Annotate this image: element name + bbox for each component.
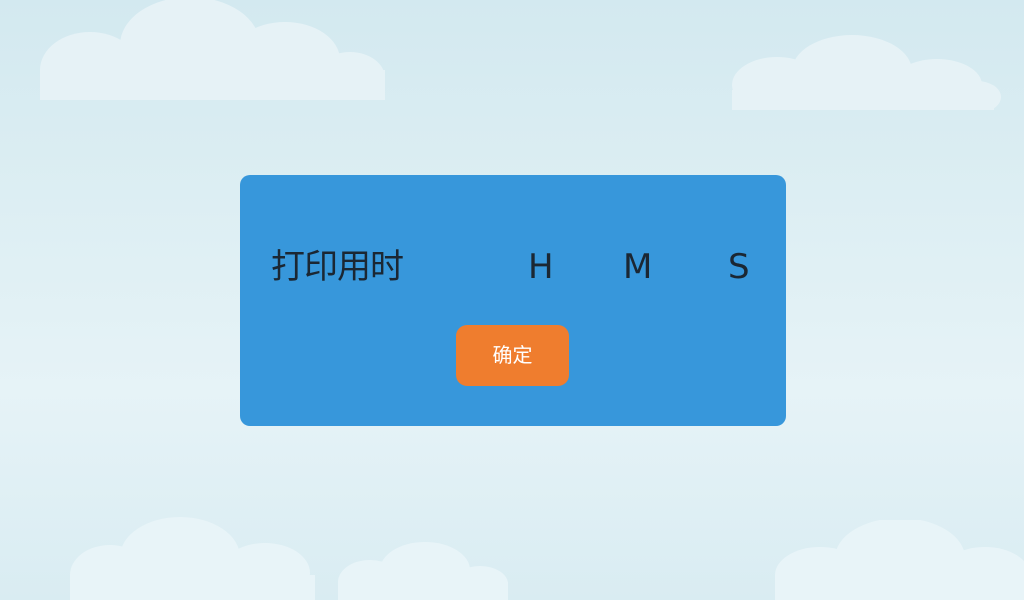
cloud-top-left-decoration	[40, 0, 385, 100]
minutes-unit-label: M	[623, 247, 653, 287]
cloud-bottom-right-decoration	[775, 520, 1024, 600]
cloud-bottom-middle-decoration	[338, 542, 508, 600]
cloud-top-right-decoration	[732, 35, 1001, 110]
print-time-label: 打印用时	[271, 247, 404, 287]
print-time-dialog: 打印用时 H M S 确定	[240, 175, 786, 426]
cloud-bottom-left-decoration	[70, 517, 315, 600]
confirm-button[interactable]: 确定	[456, 325, 569, 386]
hours-unit-label: H	[528, 247, 554, 287]
seconds-unit-label: S	[728, 247, 750, 287]
